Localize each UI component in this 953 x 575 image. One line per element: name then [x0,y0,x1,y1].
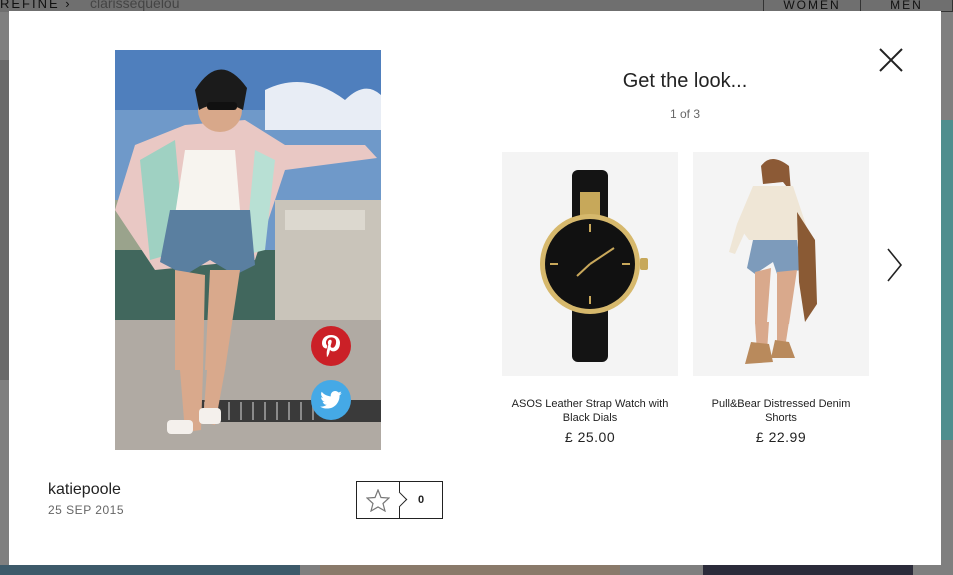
post-username[interactable]: katiepoole [48,481,121,499]
twitter-icon [320,391,342,409]
background-tile [941,120,953,440]
product-name[interactable]: Pull&Bear Distressed Denim Shorts [693,397,869,425]
background-tile [703,565,913,575]
product-name[interactable]: ASOS Leather Strap Watch with Black Dial… [502,397,678,425]
star-icon [366,488,390,512]
product-card[interactable]: Pull&Bear Distressed Denim Shorts £ 22.9… [693,152,869,445]
background-tile [0,60,9,380]
product-price: £ 22.99 [755,429,807,445]
twitter-share-button[interactable] [311,380,351,420]
pinterest-share-button[interactable] [311,326,351,366]
product-price: £ 25.00 [564,429,616,445]
product-image-watch[interactable] [502,152,678,376]
post-date: 25 SEP 2015 [48,503,125,517]
like-button[interactable]: 0 [356,481,443,519]
get-the-look-modal: Get the look... 1 of 3 ASOS Leather Stra… [9,11,941,565]
background-tile [0,565,300,575]
product-image-shorts[interactable] [693,152,869,376]
next-product-button[interactable] [885,247,905,283]
chevron-right-icon [887,248,903,282]
look-counter: 1 of 3 [669,107,701,121]
background-tile [320,565,620,575]
background-refine-link: REFINE › [0,0,72,11]
close-icon [879,48,903,72]
modal-title: Get the look... [622,70,748,92]
like-star-area[interactable] [357,482,400,518]
close-button[interactable] [878,47,904,73]
pinterest-icon [322,335,340,357]
background-username: clarissequelou [90,0,180,11]
product-card[interactable]: ASOS Leather Strap Watch with Black Dial… [502,152,678,445]
